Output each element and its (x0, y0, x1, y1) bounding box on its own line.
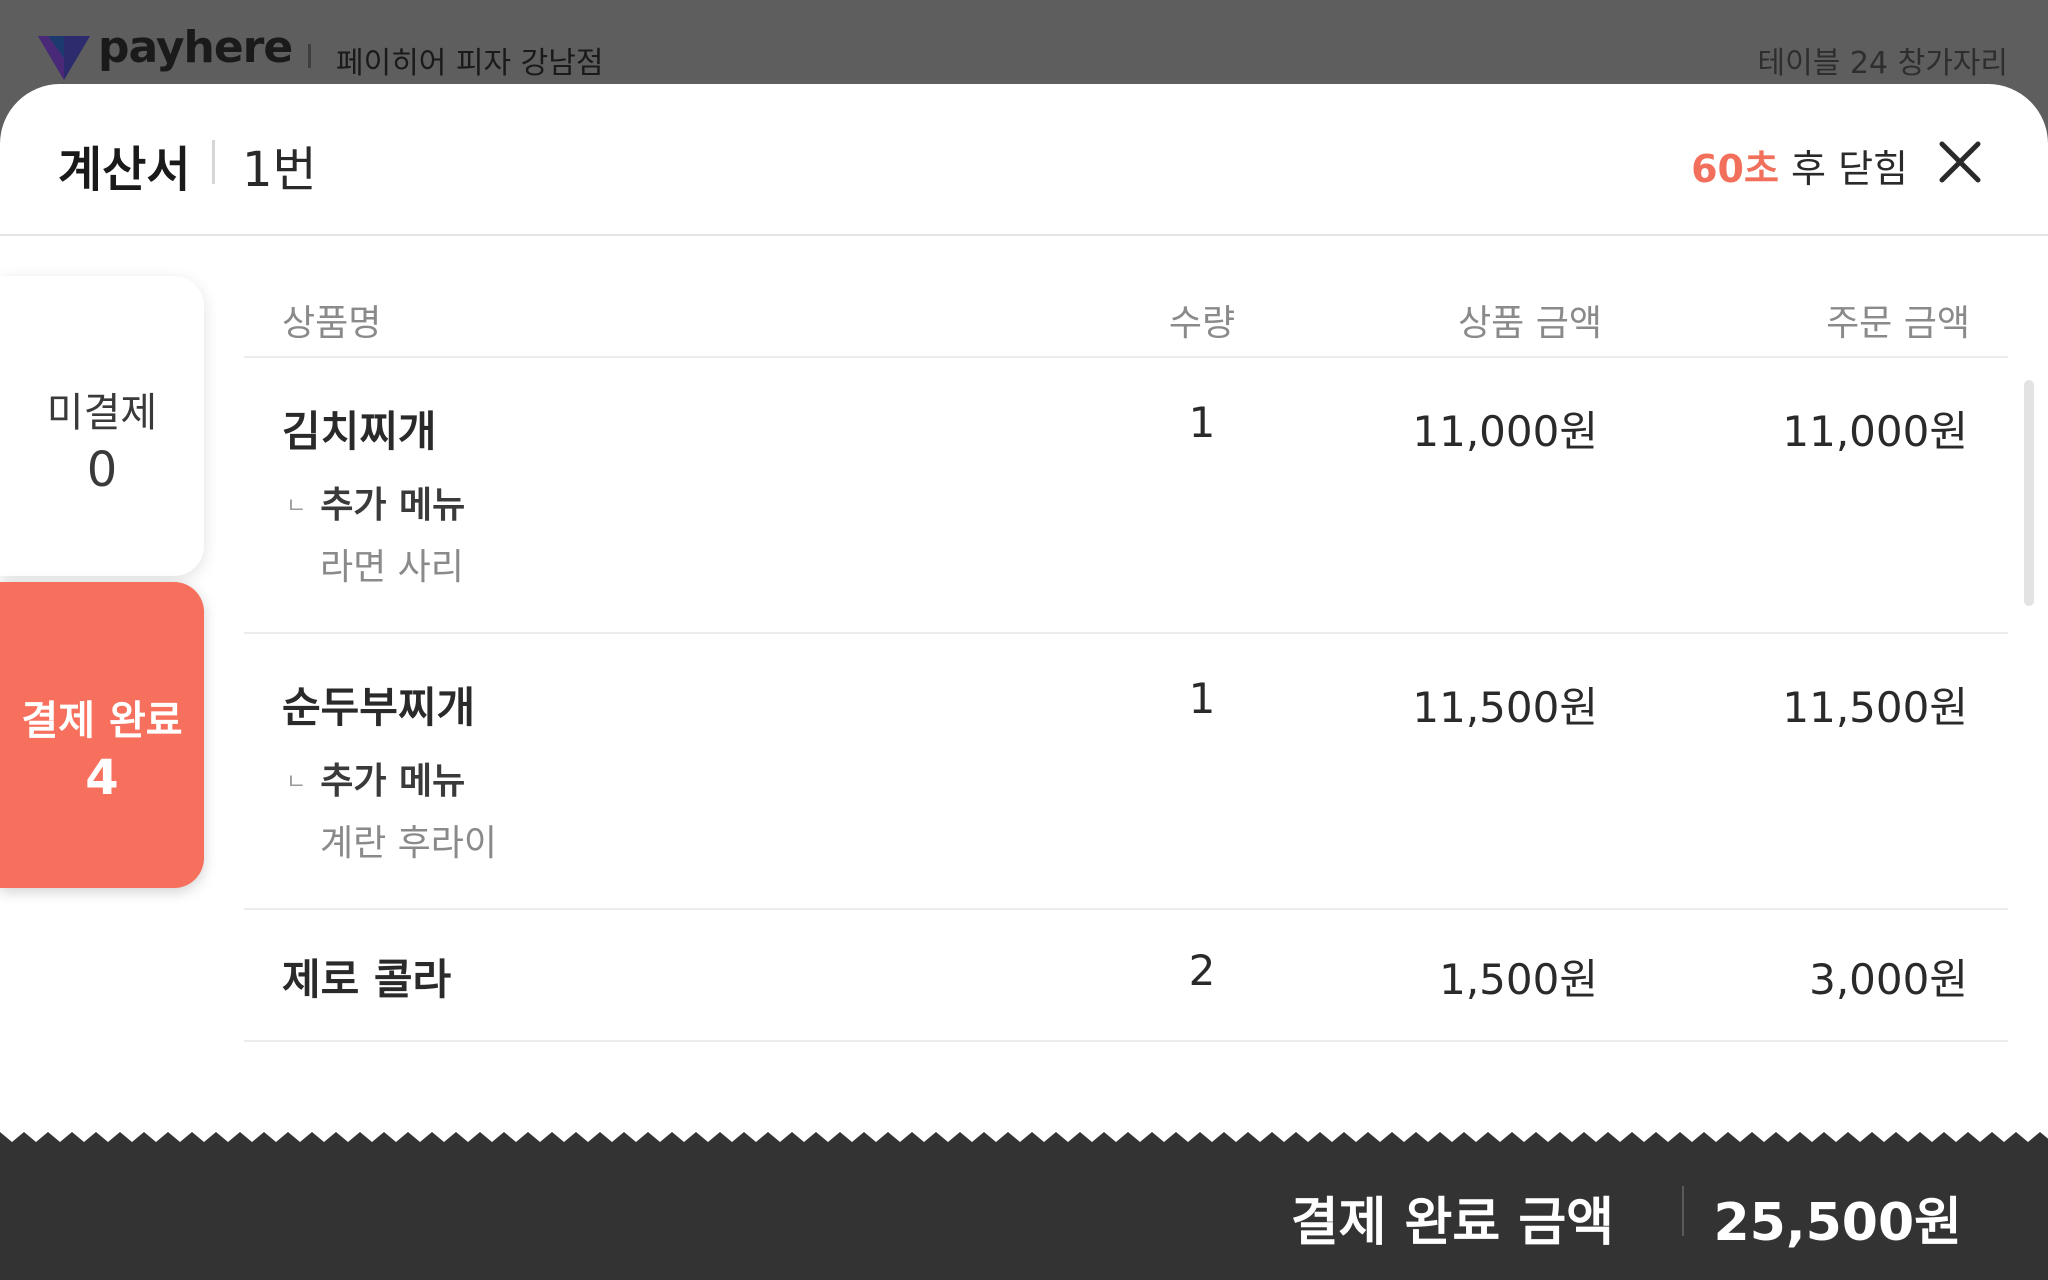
item-qty: 1 (1188, 674, 1216, 723)
total-value: 25,500원 (1713, 1193, 1962, 1253)
tab-unpaid[interactable]: 미결제 0 (0, 276, 204, 576)
addon-header: ㄴ 추가 메뉴 (286, 476, 465, 528)
total-divider (1682, 1186, 1684, 1236)
tab-paid-label: 결제 완료 (21, 698, 183, 744)
addon-item: 라면 사리 (320, 547, 464, 588)
title-divider (212, 140, 215, 184)
tab-paid[interactable]: 결제 완료 4 (0, 582, 204, 888)
sheet-header: 계산서 1번 60초 후 닫힘 (0, 84, 2048, 236)
order-table: 상품명 수량 상품 금액 주문 금액 김치찌개 1 11,000원 11,000… (244, 276, 2008, 1042)
item-price: 11,500원 (1412, 683, 1598, 732)
bill-number: 1번 (242, 142, 317, 198)
auto-close-countdown: 60초 후 닫힘 (1691, 138, 1908, 193)
table-info: 테이블 24 창가자리 (1757, 46, 2008, 81)
tab-paid-count: 4 (85, 750, 119, 806)
table-row: 김치찌개 1 11,000원 11,000원 ㄴ 추가 메뉴 라면 사리 (244, 358, 2008, 634)
addon-header: ㄴ 추가 메뉴 (286, 752, 465, 804)
table-scrollbar[interactable] (2024, 380, 2034, 606)
brand-name: payhere (98, 22, 293, 73)
tab-unpaid-label: 미결제 (46, 390, 158, 436)
countdown-seconds: 60초 (1691, 147, 1779, 191)
item-total: 3,000원 (1809, 955, 1968, 1004)
item-name: 김치찌개 (282, 407, 437, 456)
app-bar: payhere 페이히어 피자 강남점 테이블 24 창가자리 (0, 0, 2048, 84)
item-total: 11,500원 (1782, 683, 1968, 732)
item-qty: 2 (1188, 946, 1216, 995)
item-name: 제로 콜라 (282, 955, 452, 1004)
addon-item: 계란 후라이 (320, 823, 498, 864)
brand-divider (308, 44, 311, 68)
column-header-qty: 수량 (1168, 303, 1236, 344)
addon-label: 추가 메뉴 (320, 485, 466, 526)
table-row: 순두부찌개 1 11,500원 11,500원 ㄴ 추가 메뉴 계란 후라이 (244, 634, 2008, 910)
addon-branch-icon: ㄴ (286, 494, 307, 519)
sheet-title: 계산서 (58, 142, 191, 198)
close-icon[interactable] (1932, 134, 1988, 190)
tab-unpaid-count: 0 (86, 442, 118, 498)
item-price: 11,000원 (1412, 407, 1598, 456)
countdown-suffix: 후 닫힘 (1778, 147, 1908, 191)
total-label: 결제 완료 금액 (1290, 1193, 1614, 1253)
table-header: 상품명 수량 상품 금액 주문 금액 (244, 276, 2008, 358)
table-row: 제로 콜라 2 1,500원 3,000원 (244, 910, 2008, 1042)
receipt-edge (0, 1132, 2048, 1144)
column-header-price: 상품 금액 (1458, 303, 1602, 344)
item-total: 11,000원 (1782, 407, 1968, 456)
column-header-name: 상품명 (282, 303, 382, 344)
addon-branch-icon: ㄴ (286, 770, 307, 795)
item-price: 1,500원 (1439, 955, 1598, 1004)
column-header-total: 주문 금액 (1826, 303, 1970, 344)
payment-total-bar: 결제 완료 금액 25,500원 (0, 1132, 2048, 1280)
store-name: 페이히어 피자 강남점 (336, 46, 604, 81)
payhere-logo-icon (38, 36, 90, 80)
addon-label: 추가 메뉴 (320, 761, 466, 802)
bill-sheet: 계산서 1번 60초 후 닫힘 미결제 0 결제 완료 4 상품명 수량 상품 … (0, 84, 2048, 1280)
item-qty: 1 (1188, 398, 1216, 447)
item-name: 순두부찌개 (282, 683, 476, 732)
